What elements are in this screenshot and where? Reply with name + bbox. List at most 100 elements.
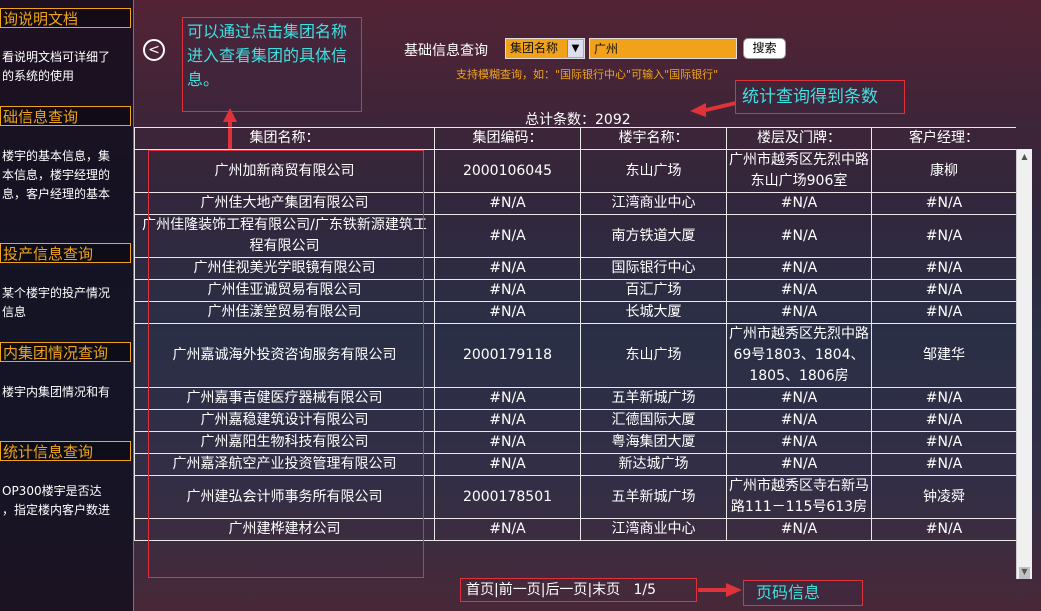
column-header-building-name: 楼宇名称： [580,127,727,150]
cell-building-name: 粤海集团大厦 [580,431,727,454]
cell-building-name: 长城大厦 [580,301,727,324]
annotation-pager: 页码信息 [743,580,863,606]
sidebar-section-basic-title[interactable]: 础信息查询 [0,106,131,126]
cell-building-name: 五羊新城广场 [580,475,727,519]
pager-prev[interactable]: 前一页 [499,582,541,598]
cell-account-manager: #N/A [871,409,1016,432]
results-table: 集团名称： 集团编码： 楼宇名称： 楼层及门牌： 客户经理： 广州加新商贸有限公… [134,127,1016,541]
cell-floor-address: #N/A [726,387,872,410]
cell-building-name: 南方铁道大厦 [580,214,727,258]
table-row: 广州佳大地产集团有限公司 #N/A 江湾商业中心 #N/A #N/A [134,192,1016,215]
cell-floor-address: 广州市越秀区先烈中路69号1803、1804、1805、1806房 [726,323,872,388]
cell-group-name[interactable]: 广州嘉事吉健医疗器械有限公司 [134,387,435,410]
cell-group-code: 2000106045 [434,149,581,193]
scroll-up-icon[interactable]: ▲ [1017,149,1032,164]
cell-account-manager: 钟凌舜 [871,475,1016,519]
pagination: 首页|前一页|后一页|末页 1/5 [460,578,697,602]
search-field-select[interactable]: 集团名称 ▼ [505,38,585,59]
cell-floor-address: 广州市越秀区先烈中路东山广场906室 [726,149,872,193]
cell-group-name[interactable]: 广州建弘会计师事务所有限公司 [134,475,435,519]
cell-floor-address: #N/A [726,409,872,432]
cell-account-manager: #N/A [871,301,1016,324]
cell-floor-address: #N/A [726,279,872,302]
cell-group-code: #N/A [434,279,581,302]
cell-group-code: #N/A [434,301,581,324]
search-button[interactable]: 搜索 [743,38,786,59]
table-row: 广州建弘会计师事务所有限公司 2000178501 五羊新城广场 广州市越秀区寺右新马… [134,475,1016,519]
cell-group-name[interactable]: 广州佳漾堂贸易有限公司 [134,301,435,324]
cell-group-code: #N/A [434,409,581,432]
pager-page-indicator: 1/5 [633,582,657,598]
cell-floor-address: #N/A [726,301,872,324]
cell-group-name[interactable]: 广州嘉诚海外投资咨询服务有限公司 [134,323,435,388]
cell-account-manager: #N/A [871,279,1016,302]
sidebar-section-production-title[interactable]: 投产信息查询 [0,243,131,263]
cell-group-name[interactable]: 广州佳隆装饰工程有限公司/广东铁新源建筑工程有限公司 [134,214,435,258]
cell-floor-address: #N/A [726,518,872,541]
cell-group-code: 2000178501 [434,475,581,519]
pager-next[interactable]: 后一页 [545,582,587,598]
cell-account-manager: #N/A [871,387,1016,410]
cell-building-name: 东山广场 [580,149,727,193]
cell-building-name: 国际银行中心 [580,257,727,280]
table-row: 广州嘉阳生物科技有限公司 #N/A 粤海集团大厦 #N/A #N/A [134,431,1016,454]
sidebar-section-stats-title[interactable]: 统计信息查询 [0,441,131,461]
chevron-down-icon[interactable]: ▼ [567,40,583,57]
sidebar-section-group-title[interactable]: 内集团情况查询 [0,342,131,362]
cell-building-name: 新达城广场 [580,453,727,476]
search-input[interactable] [589,38,737,59]
cell-building-name: 五羊新城广场 [580,387,727,410]
cell-group-code: #N/A [434,192,581,215]
sidebar-section-docs-text: 看说明文档可详细了 的系统的使用 [2,50,111,83]
cell-group-name[interactable]: 广州佳大地产集团有限公司 [134,192,435,215]
left-sidebar: 询说明文档 看说明文档可详细了 的系统的使用 础信息查询 楼宇的基本信息，集 本… [0,0,134,611]
sidebar-section-stats-text: OP300楼宇是否达 ，指定楼内客户数进 [2,484,111,517]
cell-account-manager: #N/A [871,192,1016,215]
annotation-click-group-name: 可以通过点击集团名称进入查看集团的具体信息。 [182,17,362,112]
cell-group-name[interactable]: 广州加新商贸有限公司 [134,149,435,193]
cell-account-manager: #N/A [871,257,1016,280]
scroll-down-icon[interactable]: ▼ [1017,564,1032,579]
cell-group-name[interactable]: 广州佳亚诚贸易有限公司 [134,279,435,302]
cell-building-name: 百汇广场 [580,279,727,302]
cell-building-name: 江湾商业中心 [580,518,727,541]
cell-group-code: #N/A [434,387,581,410]
cell-group-name[interactable]: 广州嘉阳生物科技有限公司 [134,431,435,454]
sidebar-section-docs-title[interactable]: 询说明文档 [0,8,131,28]
cell-group-name[interactable]: 广州佳视美光学眼镜有限公司 [134,257,435,280]
table-scrollbar[interactable]: ▲ ▼ [1016,149,1032,579]
cell-group-code: #N/A [434,257,581,280]
table-row: 广州佳亚诚贸易有限公司 #N/A 百汇广场 #N/A #N/A [134,279,1016,302]
annotation-arrow-left-icon [690,101,736,117]
table-row: 广州嘉泽航空产业投资管理有限公司 #N/A 新达城广场 #N/A #N/A [134,453,1016,476]
column-header-floor-address: 楼层及门牌： [726,127,872,150]
table-row: 广州佳漾堂贸易有限公司 #N/A 长城大厦 #N/A #N/A [134,301,1016,324]
sidebar-section-basic-text: 楼宇的基本信息，集 本信息，楼宇经理的 息，客户经理的基本 [2,149,111,201]
cell-account-manager: #N/A [871,518,1016,541]
cell-group-code: #N/A [434,453,581,476]
back-icon[interactable]: < [143,39,165,61]
table-row: 广州嘉稳建筑设计有限公司 #N/A 汇德国际大厦 #N/A #N/A [134,409,1016,432]
table-row: 广州佳隆装饰工程有限公司/广东铁新源建筑工程有限公司 #N/A 南方铁道大厦 #N/A… [134,214,1016,258]
pager-last[interactable]: 末页 [592,582,620,598]
cell-group-code: #N/A [434,518,581,541]
cell-floor-address: #N/A [726,431,872,454]
cell-group-name[interactable]: 广州嘉稳建筑设计有限公司 [134,409,435,432]
annotation-count: 统计查询得到条数 [735,80,905,114]
cell-group-name[interactable]: 广州嘉泽航空产业投资管理有限公司 [134,453,435,476]
column-header-account-manager: 客户经理： [871,127,1016,150]
table-header-row: 集团名称： 集团编码： 楼宇名称： 楼层及门牌： 客户经理： [134,127,1016,150]
table-row: 广州建桦建材公司 #N/A 江湾商业中心 #N/A #N/A [134,518,1016,541]
cell-floor-address: #N/A [726,192,872,215]
table-row: 广州加新商贸有限公司 2000106045 东山广场 广州市越秀区先烈中路东山广场90… [134,149,1016,193]
column-header-group-name: 集团名称： [134,127,435,150]
cell-building-name: 东山广场 [580,323,727,388]
pager-first[interactable]: 首页 [466,582,494,598]
sidebar-section-production-text: 某个楼宇的投产情况 信息 [2,286,111,319]
table-row: 广州嘉诚海外投资咨询服务有限公司 2000179118 东山广场 广州市越秀区先烈中路… [134,323,1016,388]
cell-account-manager: #N/A [871,431,1016,454]
cell-group-name[interactable]: 广州建桦建材公司 [134,518,435,541]
cell-building-name: 汇德国际大厦 [580,409,727,432]
cell-account-manager: 邹建华 [871,323,1016,388]
cell-building-name: 江湾商业中心 [580,192,727,215]
